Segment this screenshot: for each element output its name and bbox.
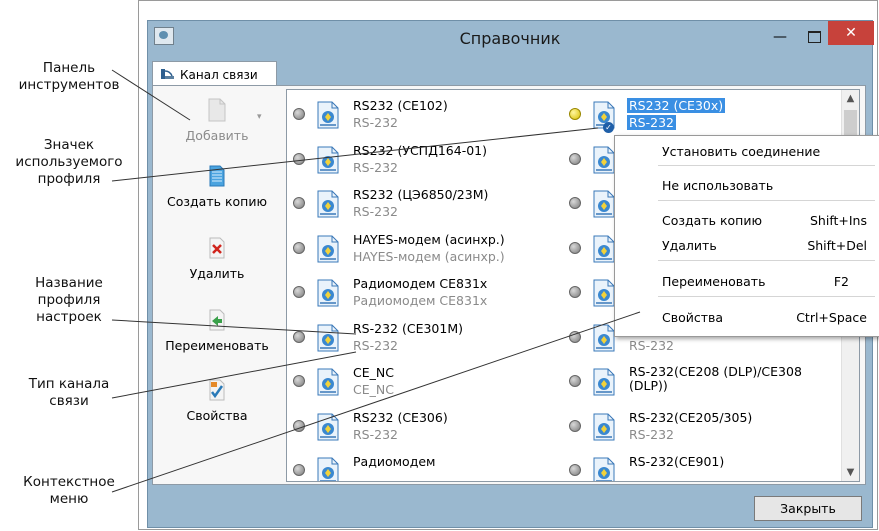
leader-channel-type	[111, 351, 357, 399]
leader-used-icon	[111, 127, 599, 182]
leader-context-menu	[111, 311, 641, 493]
leader-profile-name	[111, 319, 357, 335]
callout-leader-lines	[111, 69, 641, 493]
leader-toolbar	[111, 69, 191, 121]
